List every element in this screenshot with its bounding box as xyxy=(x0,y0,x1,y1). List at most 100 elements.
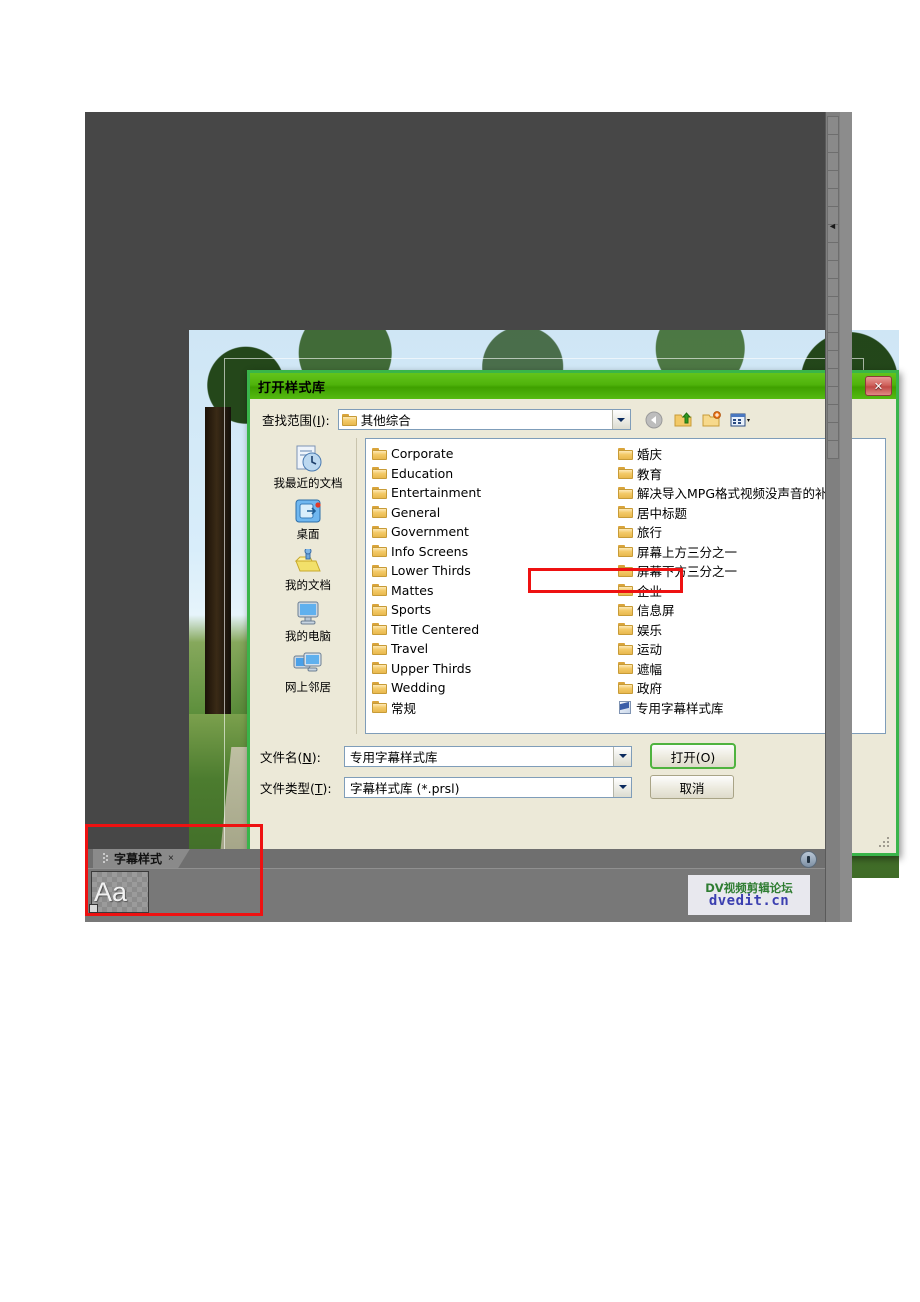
folder-icon xyxy=(372,701,387,714)
style-swatch[interactable]: Aa xyxy=(91,871,149,913)
folder-icon xyxy=(372,467,387,480)
panel-strip-cell[interactable] xyxy=(827,386,839,405)
watermark-line-2: dvedit.cn xyxy=(708,892,790,909)
panel-strip-cell[interactable] xyxy=(827,152,839,171)
panel-strip-cell[interactable] xyxy=(827,314,839,333)
filename-value: 专用字幕样式库 xyxy=(350,749,438,765)
file-list-item[interactable]: Corporate xyxy=(372,444,618,464)
file-list-item-label: Sports xyxy=(391,602,432,618)
watermark: DV视频剪辑论坛 dvedit.cn xyxy=(688,875,810,915)
panel-strip-cell[interactable] xyxy=(827,350,839,369)
dialog-navigation-toolbar xyxy=(643,410,752,430)
panel-strip-cell[interactable] xyxy=(827,440,839,459)
look-in-label: 查找范围(I): xyxy=(262,413,330,428)
file-list-item-label: Travel xyxy=(391,641,429,657)
file-list-item[interactable]: Mattes xyxy=(372,581,618,601)
file-list-item[interactable]: Entertainment xyxy=(372,483,618,503)
file-list-item[interactable]: Travel xyxy=(372,639,618,659)
file-list-item[interactable]: Info Screens xyxy=(372,542,618,562)
views-icon[interactable] xyxy=(730,410,752,430)
panel-strip-cell[interactable] xyxy=(827,188,839,207)
panel-strip-cell[interactable] xyxy=(827,422,839,441)
panel-strip-cell[interactable] xyxy=(827,134,839,153)
file-list-item-label: Wedding xyxy=(391,680,446,696)
filetype-row: 文件类型(T): 字幕样式库 (*.prsl) 取消 xyxy=(260,775,886,799)
file-list-item-label: Info Screens xyxy=(391,543,469,559)
filename-label: 文件名(N): xyxy=(260,749,321,765)
file-list-item-label: 婚庆 xyxy=(637,447,663,463)
place-label: 我的电脑 xyxy=(285,629,331,643)
open-style-library-dialog[interactable]: 打开样式库 ✕ 查找范围(I): 其他综合 我最近的文档 桌面 我的文档 我的电… xyxy=(247,370,899,856)
close-icon[interactable]: × xyxy=(168,853,174,864)
place-desktop[interactable]: 桌面 xyxy=(260,498,356,542)
file-list-item[interactable]: Upper Thirds xyxy=(372,659,618,679)
file-list-item-label: 信息屏 xyxy=(637,603,675,619)
cancel-button[interactable]: 取消 xyxy=(650,775,734,799)
file-list-item-label: Education xyxy=(391,465,454,481)
right-panel-strip[interactable]: ◄ xyxy=(825,112,841,922)
open-button[interactable]: 打开(O) xyxy=(650,743,736,769)
dialog-titlebar[interactable]: 打开样式库 ✕ xyxy=(250,373,896,399)
file-list-item-label: Government xyxy=(391,524,469,540)
file-list-item[interactable]: Wedding xyxy=(372,678,618,698)
file-list-item-label: 旅行 xyxy=(637,525,663,541)
panel-strip-cell[interactable] xyxy=(827,278,839,297)
folder-icon xyxy=(372,564,387,577)
filename-input[interactable]: 专用字幕样式库 xyxy=(344,745,632,767)
folder-icon xyxy=(618,525,633,538)
back-icon[interactable] xyxy=(643,410,665,430)
place-recent-documents[interactable]: 我最近的文档 xyxy=(260,444,356,491)
chevron-down-icon[interactable] xyxy=(613,777,631,797)
panel-strip-cell[interactable] xyxy=(827,332,839,351)
file-list-item[interactable]: Title Centered xyxy=(372,620,618,640)
folder-icon xyxy=(372,486,387,499)
file-list-item[interactable]: Education xyxy=(372,464,618,484)
place-network-places[interactable]: 网上邻居 xyxy=(260,651,356,695)
network-places-icon xyxy=(293,652,322,672)
folder-icon xyxy=(618,447,633,460)
desktop-icon xyxy=(295,499,321,523)
panel-menu-icon[interactable] xyxy=(800,851,817,868)
place-my-documents[interactable]: 我的文档 xyxy=(260,549,356,593)
panel-strip-cell[interactable] xyxy=(827,116,839,135)
file-list-item[interactable]: Sports xyxy=(372,600,618,620)
file-list-item[interactable]: 常规 xyxy=(372,698,618,718)
file-list-item-label: Upper Thirds xyxy=(391,660,472,676)
panel-strip-cell[interactable] xyxy=(827,170,839,189)
folder-icon xyxy=(618,506,633,519)
panel-strip-cell[interactable] xyxy=(827,260,839,279)
panel-strip-cell[interactable] xyxy=(827,368,839,387)
place-label: 我的文档 xyxy=(285,578,331,592)
drag-handle-icon[interactable] xyxy=(103,853,108,864)
watermark-line-1: DV视频剪辑论坛 xyxy=(705,880,793,895)
file-list-item[interactable]: Government xyxy=(372,522,618,542)
filetype-select[interactable]: 字幕样式库 (*.prsl) xyxy=(344,776,632,798)
file-list[interactable]: Corporate Education Entertainment General Go… xyxy=(365,438,886,734)
folder-icon xyxy=(372,681,387,694)
tab-title-styles[interactable]: 字幕样式 × xyxy=(93,849,190,868)
resize-grip[interactable] xyxy=(879,837,891,849)
up-folder-icon[interactable] xyxy=(672,410,694,430)
new-folder-icon[interactable] xyxy=(701,410,723,430)
my-documents-icon xyxy=(294,549,321,572)
file-list-item-label: Lower Thirds xyxy=(391,563,471,579)
folder-icon xyxy=(618,486,633,499)
places-bar: 我最近的文档 桌面 我的文档 我的电脑 网上邻居 xyxy=(260,438,357,734)
chevron-down-icon[interactable] xyxy=(613,746,631,766)
close-icon[interactable]: ✕ xyxy=(865,376,892,396)
folder-icon xyxy=(618,662,633,675)
file-list-item[interactable]: General xyxy=(372,503,618,523)
panel-strip-cell[interactable] xyxy=(827,296,839,315)
collapse-arrow-icon[interactable]: ◄ xyxy=(828,222,837,231)
file-list-item-label: Mattes xyxy=(391,582,434,598)
look-in-combobox[interactable]: 其他综合 xyxy=(337,409,631,430)
panel-strip-cell[interactable] xyxy=(827,404,839,423)
dialog-fields: 文件名(N): 专用字幕样式库 打开(O) 文件类型(T): 字幕样式库 (*.… xyxy=(260,743,886,799)
file-list-item[interactable]: Lower Thirds xyxy=(372,561,618,581)
place-label: 我最近的文档 xyxy=(273,476,343,490)
chevron-down-icon[interactable] xyxy=(611,410,630,429)
panel-strip-cell[interactable] xyxy=(827,242,839,261)
application-window: 打开样式库 ✕ 查找范围(I): 其他综合 我最近的文档 桌面 我的文档 我的电… xyxy=(85,112,899,922)
place-my-computer[interactable]: 我的电脑 xyxy=(260,600,356,644)
style-swatch-label: Aa xyxy=(94,876,128,907)
